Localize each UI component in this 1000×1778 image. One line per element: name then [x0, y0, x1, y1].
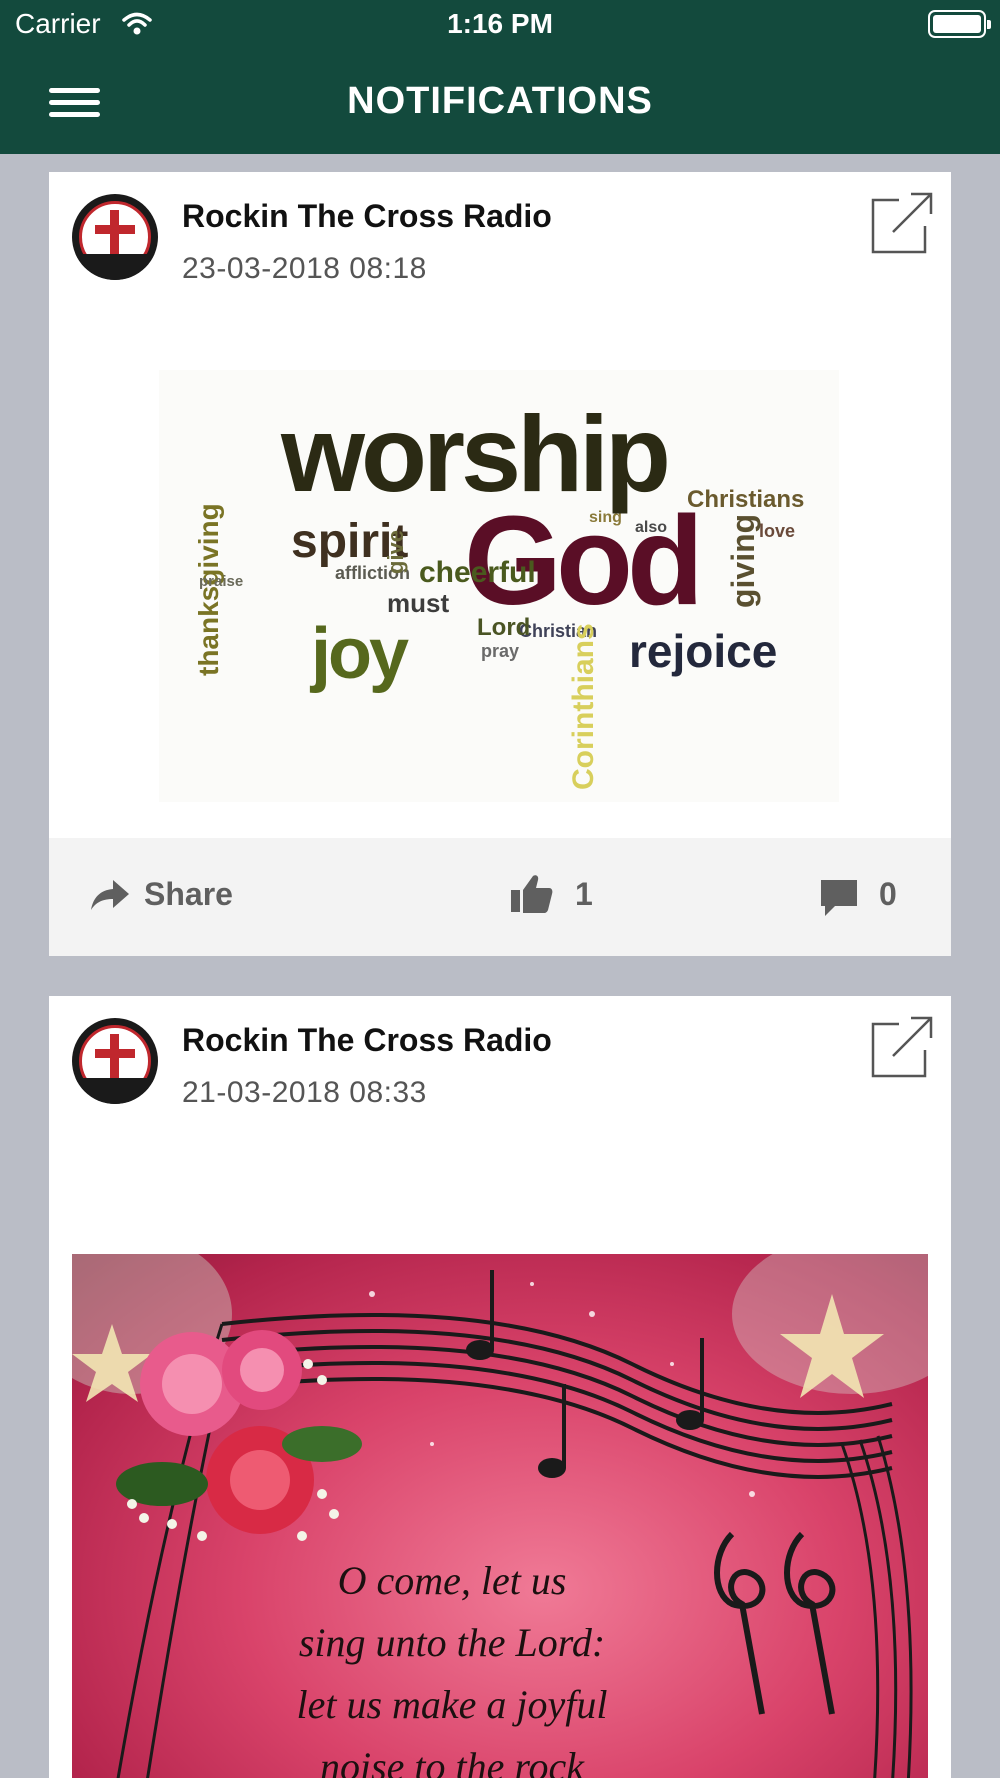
word-cloud-word: cheerful	[419, 556, 536, 589]
comment-bubble-icon	[819, 878, 859, 923]
share-button[interactable]: Share	[89, 868, 299, 924]
notification-card[interactable]: Rockin The Cross Radio 21-03-2018 08:33	[49, 996, 951, 1778]
battery-icon	[928, 10, 991, 38]
image-caption: O come, let us sing unto the Lord: let u…	[222, 1550, 682, 1778]
caption-line: sing unto the Lord:	[298, 1620, 606, 1665]
page-title: NOTIFICATIONS	[347, 80, 653, 122]
nav-bar: NOTIFICATIONS	[0, 50, 1000, 154]
share-arrow-icon	[89, 878, 131, 919]
post-date: 21-03-2018 08:33	[182, 1076, 427, 1109]
like-button[interactable]: 1	[509, 868, 619, 924]
status-bar: Carrier 1:16 PM	[0, 0, 1000, 50]
caption-line: let us make a joyful	[296, 1682, 608, 1727]
post-actions-bar: Share 1 0	[49, 838, 951, 956]
comment-count: 0	[879, 876, 897, 912]
notification-card[interactable]: Rockin The Cross Radio 23-03-2018 08:18 …	[49, 172, 951, 956]
caption-line: O come, let us	[337, 1558, 567, 1603]
caption-line: noise to the rock	[319, 1744, 584, 1778]
word-cloud-word: rejoice	[629, 625, 778, 677]
post-author: Rockin The Cross Radio	[182, 1022, 552, 1058]
like-count: 1	[575, 876, 593, 912]
clock: 1:16 PM	[447, 8, 553, 39]
post-author: Rockin The Cross Radio	[182, 198, 552, 234]
word-cloud-word: Christians	[687, 486, 805, 513]
post-date: 23-03-2018 08:18	[182, 252, 427, 285]
word-cloud-word: joy	[311, 614, 409, 694]
open-external-icon[interactable]	[869, 190, 935, 256]
post-image: O come, let us sing unto the Lord: let u…	[72, 1254, 928, 1778]
avatar	[72, 1018, 158, 1104]
word-cloud-word: love	[759, 521, 796, 541]
word-cloud-word: pray	[481, 641, 520, 661]
share-label: Share	[144, 876, 233, 912]
word-cloud-word: give	[383, 529, 408, 574]
avatar	[72, 194, 158, 280]
comment-button[interactable]: 0	[819, 868, 929, 924]
word-cloud-word: Corinthians	[567, 623, 600, 790]
word-cloud-word: also	[635, 519, 668, 536]
word-cloud-word: sing	[589, 509, 622, 526]
post-image: worship God spirit joy rejoice cheerful …	[159, 370, 839, 802]
word-cloud-word: giving	[725, 513, 761, 608]
word-cloud-word: Lord	[477, 614, 531, 641]
open-external-icon[interactable]	[869, 1014, 935, 1080]
word-cloud-word: praise	[199, 573, 244, 590]
word-cloud-word: must	[387, 588, 450, 618]
thumbs-up-icon	[509, 872, 553, 921]
